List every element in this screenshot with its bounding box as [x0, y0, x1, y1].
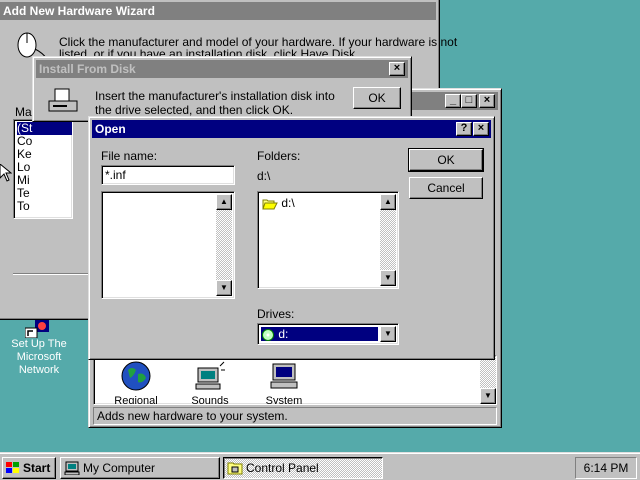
my-computer-icon [64, 461, 80, 475]
disk-drive-icon [48, 88, 78, 112]
close-button[interactable]: × [473, 122, 489, 136]
file-name-label: File name: [101, 149, 158, 163]
wizard-divider [13, 273, 93, 275]
wizard-titlebar[interactable]: Add New Hardware Wizard [0, 2, 436, 20]
msn-label: Set Up The Microsoft Network [11, 338, 67, 376]
sounds-label: Sounds [191, 395, 229, 405]
regional-label: Regional [114, 395, 158, 405]
install-from-disk-window: Install From Disk × Insert the manufactu… [32, 56, 412, 122]
close-button[interactable]: × [479, 94, 495, 108]
install-ok-button[interactable]: OK [353, 87, 401, 109]
folder-list[interactable]: d:\ ▲ ▼ [257, 191, 399, 289]
open-dialog-window: Open ? × File name: *.inf ▲ ▼ Folders: d… [88, 116, 495, 360]
drives-dropdown[interactable]: d: ▼ [257, 323, 399, 345]
install-from-disk-titlebar[interactable]: Install From Disk [36, 60, 408, 78]
wizard-title: Add New Hardware Wizard [3, 4, 155, 18]
dropdown-arrow-icon[interactable]: ▼ [380, 326, 396, 342]
scroll-up-arrow[interactable]: ▲ [216, 194, 232, 210]
folder-list-scrollbar[interactable]: ▲ ▼ [380, 194, 396, 286]
file-list[interactable]: ▲ ▼ [101, 191, 235, 299]
minimize-button[interactable]: _ [445, 94, 461, 108]
task-label: My Computer [83, 461, 156, 475]
open-dialog-titlebar[interactable]: Open [92, 120, 491, 138]
list-item[interactable]: To [17, 200, 72, 213]
help-button[interactable]: ? [456, 122, 472, 136]
msn-desktop-icon[interactable]: Set Up The Microsoft Network [4, 316, 74, 377]
taskbar-item-my-computer[interactable]: My Computer [60, 457, 220, 479]
file-name-value: *.inf [105, 168, 126, 182]
file-list-scrollbar[interactable]: ▲ ▼ [216, 194, 232, 296]
manufacturers-list[interactable]: (St Co Ke Lo Mi Te To [13, 119, 73, 219]
control-panel-icon [227, 462, 243, 475]
scroll-down-arrow[interactable]: ▼ [480, 388, 496, 404]
regional-settings-item[interactable]: Regional [108, 360, 164, 405]
globe-icon [121, 361, 151, 391]
scroll-down-arrow[interactable]: ▼ [380, 270, 396, 286]
drive-selected-label: d: [278, 327, 289, 341]
system-label: System [265, 395, 303, 405]
maximize-button[interactable]: □ [461, 94, 477, 108]
windows-logo-icon [6, 462, 19, 473]
scroll-down-arrow[interactable]: ▼ [216, 280, 232, 296]
system-computer-icon [270, 363, 298, 389]
sounds-item[interactable]: Sounds [182, 360, 238, 405]
folder-item-label: d:\ [281, 196, 295, 210]
install-message-1: Insert the manufacturer's installation d… [95, 89, 335, 103]
open-cancel-button[interactable]: Cancel [409, 177, 483, 199]
status-text: Adds new hardware to your system. [97, 409, 288, 423]
system-item[interactable]: System [256, 360, 312, 405]
file-name-input[interactable]: *.inf [101, 165, 235, 185]
drives-label: Drives: [257, 307, 295, 321]
taskbar-item-control-panel[interactable]: Control Panel [223, 457, 383, 479]
close-button[interactable]: × [389, 62, 405, 76]
system-tray: 6:14 PM [575, 457, 637, 479]
folders-label: Folders: [257, 149, 301, 163]
control-panel-icon-area: Regional Sounds System ▼ [93, 355, 497, 405]
task-label: Control Panel [246, 461, 319, 475]
drive-selected: d: [260, 326, 379, 342]
speaker-computer-icon [195, 361, 225, 390]
install-message-2: the drive selected, and then click OK. [95, 103, 294, 117]
open-ok-button[interactable]: OK [408, 148, 484, 172]
taskbar: Start My Computer Control Panel 6:14 PM [0, 452, 640, 480]
scroll-up-arrow[interactable]: ▲ [380, 194, 396, 210]
cd-drive-icon [262, 328, 274, 341]
mouse-cursor-icon [0, 164, 12, 182]
current-path: d:\ [257, 169, 271, 183]
start-label: Start [23, 461, 51, 475]
clock[interactable]: 6:14 PM [584, 461, 629, 475]
status-bar: Adds new hardware to your system. [93, 407, 497, 425]
open-folder-icon [262, 199, 278, 210]
start-button[interactable]: Start [2, 457, 56, 479]
icon-area-scrollbar[interactable]: ▼ [480, 356, 496, 404]
install-from-disk-title: Install From Disk [39, 62, 136, 76]
open-dialog-title: Open [95, 122, 126, 136]
folder-item[interactable]: d:\ [262, 196, 295, 210]
